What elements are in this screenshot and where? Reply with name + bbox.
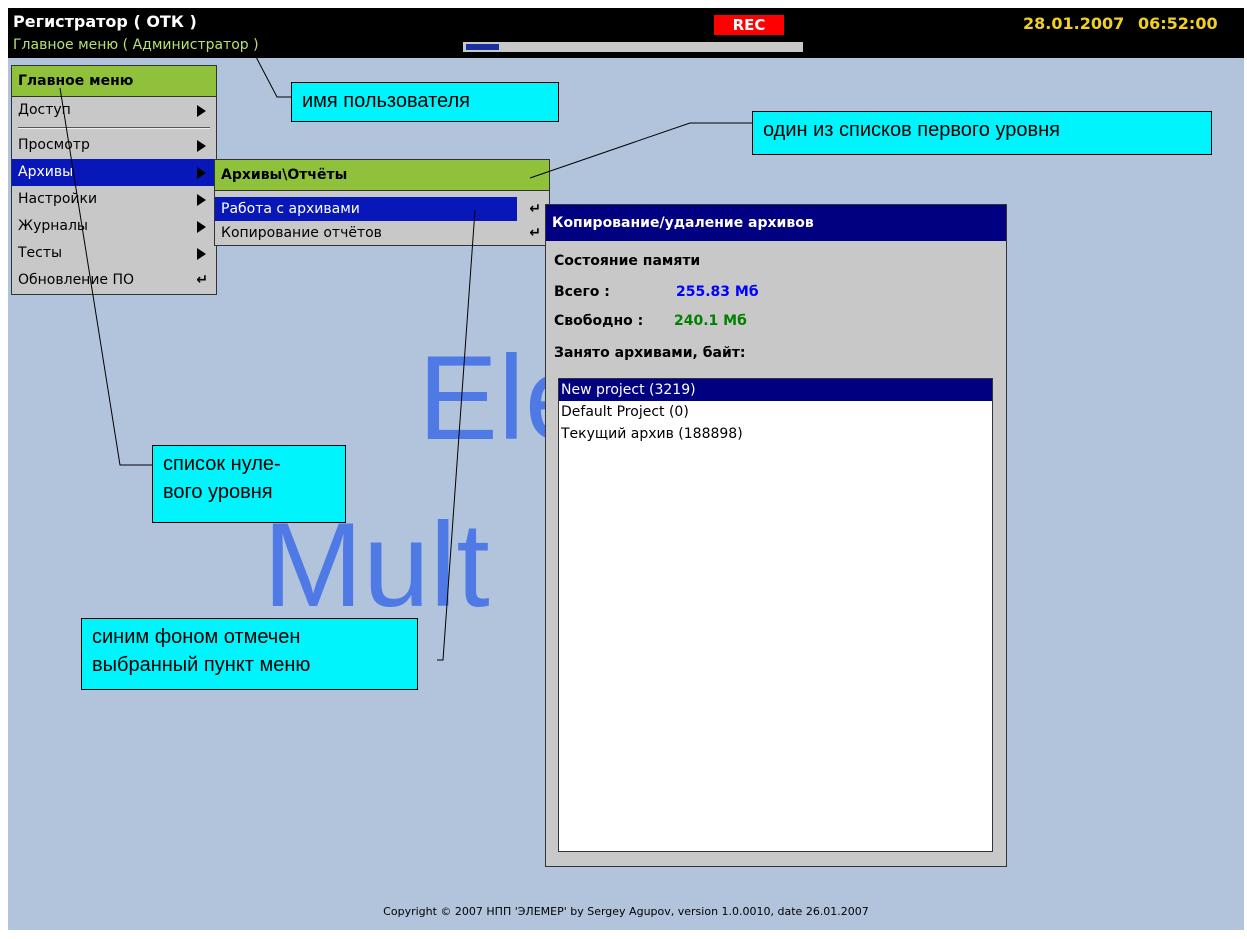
archive-copy-delete-dialog: Копирование/удаление архивов Состояние п… <box>545 204 1007 867</box>
triangle-right-icon <box>197 221 206 233</box>
list-item[interactable]: Default Project (0) <box>559 401 992 423</box>
triangle-right-icon <box>197 105 206 117</box>
menu-item-label: Тесты <box>18 245 63 261</box>
time-label: 06:52:00 <box>1138 14 1218 33</box>
free-value: 240.1 Мб <box>674 313 747 329</box>
menu-item-copy-reports[interactable]: Копирование отчётов ↵ <box>215 221 549 245</box>
menu-item-label: Архивы <box>18 164 74 180</box>
menu-item-label: Настройки <box>18 191 98 207</box>
archives-menu: Архивы\Отчёты Работа с архивами ↵ Копиро… <box>214 159 550 246</box>
menu-path-user: Главное меню ( Администратор ) <box>13 37 259 53</box>
logo-watermark-line2: Mult <box>263 498 490 632</box>
menu-separator <box>18 127 210 129</box>
top-bar: Регистратор ( ОТК ) Главное меню ( Админ… <box>8 8 1244 58</box>
menu-item-access[interactable]: Доступ <box>12 97 216 124</box>
rec-badge: REC <box>714 15 784 35</box>
enter-icon: ↵ <box>529 225 541 241</box>
list-item[interactable]: New project (3219) <box>559 379 992 401</box>
callout-text: имя пользователя <box>302 90 470 112</box>
dialog-title: Копирование/удаление архивов <box>546 205 1006 241</box>
menu-item-journals[interactable]: Журналы <box>12 213 216 240</box>
menu-item-settings[interactable]: Настройки <box>12 186 216 213</box>
menu-item-view[interactable]: Просмотр <box>12 132 216 159</box>
memory-state-label: Состояние памяти <box>554 253 701 269</box>
total-label: Всего : <box>554 284 610 300</box>
menu-item-label: Просмотр <box>18 137 90 153</box>
total-value: 255.83 Мб <box>676 284 759 300</box>
date-label: 28.01.2007 <box>1023 14 1125 33</box>
archives-menu-header: Архивы\Отчёты <box>215 160 549 191</box>
triangle-right-icon <box>197 167 206 179</box>
triangle-right-icon <box>197 194 206 206</box>
main-menu: Главное меню Доступ Просмотр Архивы Наст… <box>11 65 217 295</box>
progress-bar <box>463 42 803 52</box>
main-menu-header: Главное меню <box>12 66 216 97</box>
menu-item-firmware-update[interactable]: Обновление ПО ↵ <box>12 267 216 294</box>
copyright-footer: Copyright © 2007 НПП 'ЭЛЕМЕР' by Sergey … <box>383 905 869 918</box>
menu-item-label: Работа с архивами <box>221 201 360 217</box>
callout-text: список нуле- вого уровня <box>163 453 281 503</box>
callout-text: один из списков первого уровня <box>763 119 1060 141</box>
occupied-label: Занято архивами, байт: <box>554 345 746 361</box>
free-label: Свободно : <box>554 313 644 329</box>
archives-listbox[interactable]: New project (3219) Default Project (0) Т… <box>558 378 993 852</box>
enter-icon: ↵ <box>529 201 541 217</box>
callout-first-level: один из списков первого уровня <box>752 111 1212 155</box>
device-title: Регистратор ( ОТК ) <box>13 12 197 31</box>
callout-selected-item: синим фоном отмечен выбранный пункт меню <box>81 618 418 690</box>
list-item[interactable]: Текущий архив (188898) <box>559 423 992 445</box>
triangle-right-icon <box>197 248 206 260</box>
progress-fill <box>466 44 499 50</box>
menu-item-label: Доступ <box>18 102 71 118</box>
callout-zero-level: список нуле- вого уровня <box>152 445 346 523</box>
menu-item-work-with-archives[interactable]: Работа с архивами ↵ <box>215 197 541 221</box>
enter-icon: ↵ <box>196 272 208 288</box>
callout-text: синим фоном отмечен выбранный пункт меню <box>92 626 311 676</box>
menu-item-archives[interactable]: Архивы <box>12 159 216 186</box>
menu-item-label: Обновление ПО <box>18 272 135 288</box>
callout-username: имя пользователя <box>291 82 559 122</box>
menu-item-label: Журналы <box>18 218 88 234</box>
menu-item-label: Копирование отчётов <box>221 225 382 241</box>
triangle-right-icon <box>197 140 206 152</box>
menu-item-tests[interactable]: Тесты <box>12 240 216 267</box>
